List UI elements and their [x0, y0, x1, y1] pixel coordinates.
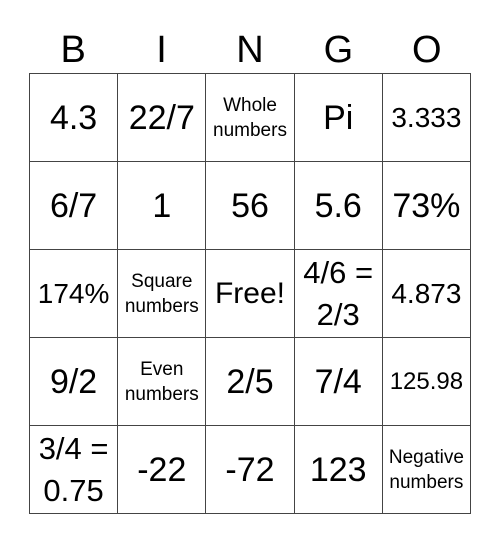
bingo-cell[interactable]: 2/5 [206, 338, 295, 426]
bingo-cell[interactable]: Negative numbers [382, 426, 471, 514]
header-letter-o: O [411, 29, 442, 71]
bingo-cell[interactable]: 56 [206, 162, 295, 250]
bingo-cell[interactable]: Pi [294, 74, 383, 162]
bingo-card-grid: 4.3 22/7 Whole numbers Pi 3.333 6/7 1 56 5.6 73% 1… [29, 73, 471, 514]
bingo-cell[interactable]: 7/4 [294, 338, 383, 426]
bingo-cell[interactable]: Even numbers [118, 338, 207, 426]
bingo-cell[interactable]: Square numbers [118, 250, 207, 338]
bingo-cell[interactable]: 4.3 [30, 74, 119, 162]
bingo-cell[interactable]: 3/4 = 0.75 [30, 426, 119, 514]
bingo-cell[interactable]: 1 [118, 162, 207, 250]
header-letter-n: N [236, 29, 264, 71]
bingo-cell[interactable]: 4.873 [382, 250, 471, 338]
bingo-cell[interactable]: 125.98 [382, 338, 471, 426]
bingo-cell[interactable]: 5.6 [294, 162, 383, 250]
bingo-cell[interactable]: -22 [118, 426, 207, 514]
bingo-cell[interactable]: 3.333 [382, 74, 471, 162]
bingo-cell[interactable]: 9/2 [30, 338, 119, 426]
bingo-cell[interactable]: 22/7 [118, 74, 207, 162]
bingo-cell[interactable]: 174% [30, 250, 119, 338]
bingo-cell[interactable]: -72 [206, 426, 295, 514]
header-letter-b: B [60, 29, 86, 71]
bingo-cell[interactable]: 4/6 = 2/3 [294, 250, 383, 338]
bingo-header: B I N G O [29, 26, 471, 74]
header-letter-g: G [323, 29, 354, 71]
bingo-cell[interactable]: 73% [382, 162, 471, 250]
bingo-cell[interactable]: 6/7 [30, 162, 119, 250]
header-letter-i: I [156, 29, 167, 71]
bingo-cell[interactable]: Whole numbers [206, 74, 295, 162]
free-space-cell[interactable]: Free! [206, 250, 295, 338]
bingo-cell[interactable]: 123 [294, 426, 383, 514]
